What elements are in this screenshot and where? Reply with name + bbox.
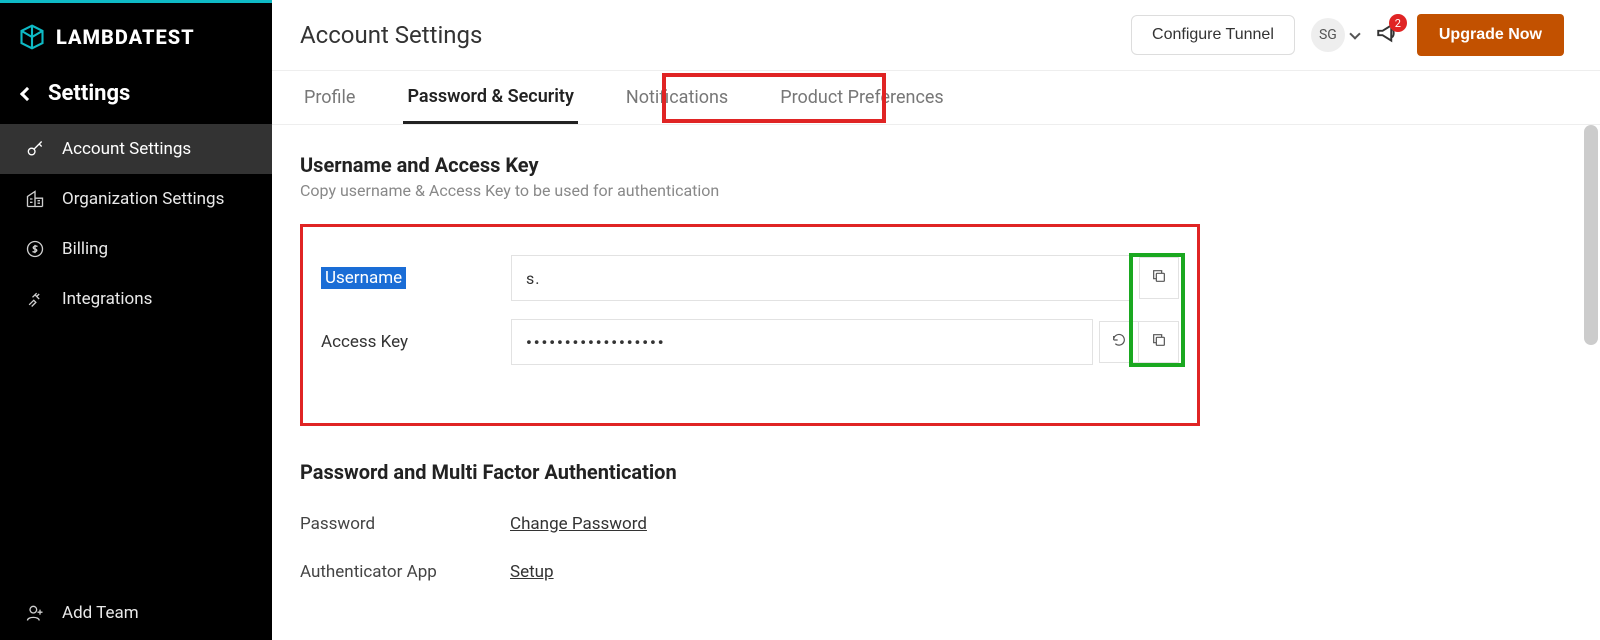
upgrade-button[interactable]: Upgrade Now: [1417, 14, 1564, 56]
notification-badge: 2: [1389, 14, 1407, 32]
auth-section: Password and Multi Factor Authentication…: [300, 460, 1572, 582]
building-icon: [24, 188, 46, 210]
settings-title: Settings: [48, 81, 130, 106]
copy-icon: [1151, 268, 1167, 288]
dollar-icon: [24, 238, 46, 260]
username-label: Username: [321, 268, 511, 288]
sidebar-item-label: Integrations: [62, 289, 152, 309]
copy-icon: [1151, 332, 1167, 352]
add-team-button[interactable]: Add Team: [0, 586, 272, 640]
brand-logo[interactable]: LAMBDATEST: [0, 3, 272, 69]
chevron-down-icon: [1349, 28, 1360, 39]
accesskey-value[interactable]: ••••••••••••••••••: [511, 319, 1093, 365]
brand-logo-icon: [18, 23, 46, 51]
brand-name: LAMBDATEST: [56, 25, 195, 49]
tab-password-security[interactable]: Password & Security: [403, 72, 577, 124]
main-area: Account Settings Configure Tunnel SG 2 U…: [272, 0, 1600, 640]
avatar: SG: [1311, 18, 1345, 52]
tabs: Profile Password & Security Notification…: [272, 71, 1600, 125]
key-icon: [24, 138, 46, 160]
credentials-box-highlight: Username s. Access Key •••••••••••••••••…: [300, 224, 1200, 426]
tab-profile[interactable]: Profile: [300, 73, 359, 122]
password-row: Password Change Password: [300, 514, 1572, 534]
authenticator-label: Authenticator App: [300, 562, 510, 582]
copy-username-button[interactable]: [1139, 257, 1179, 299]
sidebar-item-label: Billing: [62, 239, 108, 259]
configure-tunnel-button[interactable]: Configure Tunnel: [1131, 15, 1295, 55]
chevron-left-icon: [20, 86, 34, 100]
megaphone-icon: [1375, 31, 1401, 50]
sidebar-item-label: Organization Settings: [62, 189, 224, 209]
content: Username and Access Key Copy username & …: [272, 125, 1600, 610]
authenticator-row: Authenticator App Setup: [300, 562, 1572, 582]
setup-authenticator-link[interactable]: Setup: [510, 562, 554, 582]
vertical-scrollbar[interactable]: [1584, 125, 1598, 610]
change-password-link[interactable]: Change Password: [510, 514, 647, 534]
tab-notifications[interactable]: Notifications: [622, 73, 732, 122]
sidebar-item-label: Account Settings: [62, 139, 191, 159]
sidebar-item-organization-settings[interactable]: Organization Settings: [0, 174, 272, 224]
plug-icon: [24, 288, 46, 310]
sidebar: LAMBDATEST Settings Account Settings Org…: [0, 0, 272, 640]
tab-product-preferences[interactable]: Product Preferences: [776, 73, 948, 122]
top-actions: Configure Tunnel SG 2 Upgrade Now: [1131, 14, 1564, 56]
back-to-settings[interactable]: Settings: [0, 69, 272, 124]
username-value[interactable]: s.: [511, 255, 1133, 301]
regenerate-accesskey-button[interactable]: [1099, 321, 1139, 363]
copy-accesskey-button[interactable]: [1139, 321, 1179, 363]
accesskey-row: Access Key ••••••••••••••••••: [321, 319, 1179, 365]
page-title: Account Settings: [300, 21, 482, 49]
username-row: Username s.: [321, 255, 1179, 301]
user-menu[interactable]: SG: [1311, 18, 1359, 52]
add-team-label: Add Team: [62, 603, 139, 623]
auth-section-title: Password and Multi Factor Authentication: [300, 460, 1572, 484]
refresh-icon: [1111, 332, 1127, 352]
credentials-section: Username and Access Key Copy username & …: [300, 153, 1572, 426]
password-label: Password: [300, 514, 510, 534]
credentials-subtitle: Copy username & Access Key to be used fo…: [300, 181, 1572, 200]
topbar: Account Settings Configure Tunnel SG 2 U…: [272, 0, 1600, 71]
sidebar-item-billing[interactable]: Billing: [0, 224, 272, 274]
sidebar-item-account-settings[interactable]: Account Settings: [0, 124, 272, 174]
add-user-icon: [24, 602, 46, 624]
announcements-button[interactable]: 2: [1375, 20, 1401, 50]
scroll-thumb[interactable]: [1584, 125, 1598, 345]
sidebar-item-integrations[interactable]: Integrations: [0, 274, 272, 324]
credentials-title: Username and Access Key: [300, 153, 1572, 177]
accesskey-label: Access Key: [321, 332, 511, 352]
